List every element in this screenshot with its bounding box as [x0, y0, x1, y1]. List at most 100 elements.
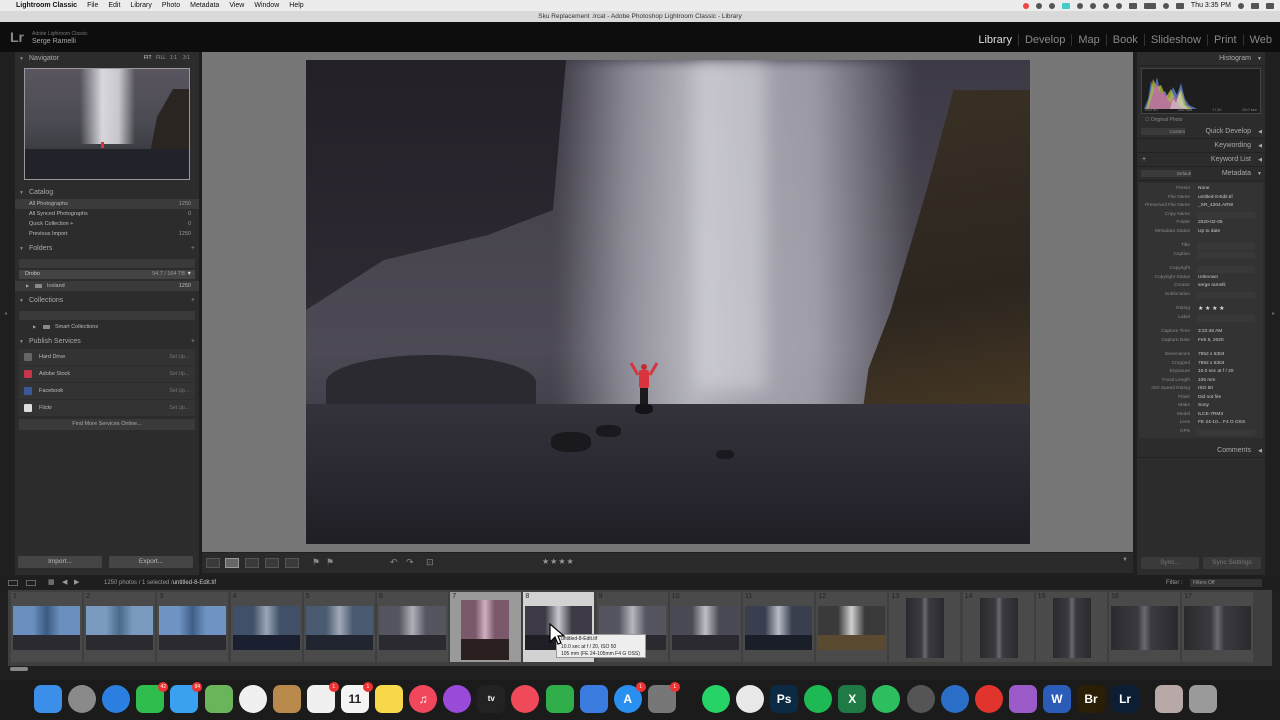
- status-icon[interactable]: [1061, 2, 1070, 9]
- comments-header[interactable]: Comments ◀: [1137, 444, 1265, 458]
- metadata-row[interactable]: Cropped 7952 x 5304: [1139, 360, 1263, 369]
- menu-help[interactable]: Help: [289, 2, 303, 9]
- metadata-row[interactable]: Caption: [1139, 251, 1263, 260]
- dock-app[interactable]: [68, 685, 97, 713]
- metadata-row[interactable]: File Name untitled-8-Edit.tif: [1139, 194, 1263, 203]
- metadata-row[interactable]: Capture Date Feb 6, 2020: [1139, 337, 1263, 346]
- second-window-icon[interactable]: [26, 580, 36, 586]
- sync-button[interactable]: Sync...: [1141, 557, 1199, 569]
- metadata-value[interactable]: None: [1198, 185, 1209, 194]
- menu-app-name[interactable]: Lightroom Classic: [16, 2, 77, 9]
- photo-thumbnail[interactable]: [13, 606, 80, 650]
- metadata-row[interactable]: Model ILCE-7RM3: [1139, 411, 1263, 420]
- dock-app[interactable]: [443, 685, 472, 713]
- metadata-row[interactable]: ISO Speed Rating ISO 50: [1139, 385, 1263, 394]
- add-keyword-icon[interactable]: +: [1142, 153, 1146, 167]
- metadata-row[interactable]: Rating ★ ★ ★ ★: [1139, 305, 1263, 314]
- filmstrip-cell[interactable]: 5: [303, 592, 375, 662]
- loupe-view-button[interactable]: [225, 558, 239, 568]
- metadata-row[interactable]: Exposure 10.0 sec at f / 20: [1139, 368, 1263, 377]
- photo-thumbnail[interactable]: [305, 606, 373, 650]
- dock-app[interactable]: 84: [170, 682, 203, 713]
- dock-app[interactable]: [1008, 685, 1037, 713]
- dock-app[interactable]: 1: [647, 682, 680, 713]
- photo-thumbnail[interactable]: [979, 598, 1018, 658]
- metadata-value[interactable]: ILCE-7RM3: [1198, 411, 1223, 420]
- status-icon[interactable]: [1089, 2, 1096, 9]
- dock-app[interactable]: [579, 685, 608, 713]
- dock-app[interactable]: 1: [306, 682, 339, 713]
- identity-plate[interactable]: Adobe Lightroom Classic Serge Ramelli: [32, 31, 88, 45]
- wifi-icon[interactable]: [1162, 2, 1169, 9]
- metadata-row[interactable]: Metadata Status Up to date: [1139, 228, 1263, 237]
- metadata-field-box[interactable]: [1197, 428, 1255, 436]
- metadata-value[interactable]: ★ ★ ★ ★: [1198, 305, 1225, 314]
- quick-develop-header[interactable]: Custom Quick Develop ◀: [1137, 125, 1265, 139]
- dock-app[interactable]: [1155, 685, 1184, 713]
- metadata-row[interactable]: Lens FE 24-10... F4 G OSS: [1139, 419, 1263, 428]
- menu-library[interactable]: Library: [130, 2, 151, 9]
- filmstrip-cell[interactable]: 3: [157, 592, 229, 662]
- volume-drobo[interactable]: Drobo 94.7 / 164 TB ▼: [19, 270, 195, 279]
- collection-search-input[interactable]: [19, 311, 195, 320]
- module-map[interactable]: Map: [1071, 34, 1105, 46]
- metadata-row[interactable]: Copyright Status Unknown: [1139, 274, 1263, 283]
- metadata-row[interactable]: Make Sony: [1139, 402, 1263, 411]
- module-web[interactable]: Web: [1242, 34, 1278, 46]
- setup-link[interactable]: Set Up...: [170, 400, 189, 416]
- metadata-field-box[interactable]: [1197, 314, 1255, 322]
- keyword-list-header[interactable]: + Keyword List ◀: [1137, 153, 1265, 167]
- filmstrip-cell[interactable]: 15: [1035, 592, 1107, 662]
- photo-thumbnail[interactable]: [818, 606, 886, 650]
- dock-app[interactable]: [1189, 685, 1218, 713]
- navigator-preview[interactable]: [24, 68, 190, 180]
- metadata-row[interactable]: Flash Did not fire: [1139, 394, 1263, 403]
- metadata-row[interactable]: GPS: [1139, 428, 1263, 437]
- survey-view-button[interactable]: [265, 558, 279, 568]
- metadata-header[interactable]: Default Metadata ▼: [1137, 167, 1265, 181]
- collections-header[interactable]: ▼ Collections +: [15, 295, 199, 307]
- toolbar-menu-icon[interactable]: ▼: [1122, 557, 1128, 563]
- status-icon[interactable]: [1048, 2, 1055, 9]
- module-slideshow[interactable]: Slideshow: [1143, 34, 1207, 46]
- grid-icon[interactable]: ▦: [48, 577, 55, 589]
- battery-icon[interactable]: [1143, 2, 1156, 9]
- photo-thumbnail[interactable]: [86, 606, 154, 650]
- loupe-view[interactable]: [202, 52, 1133, 552]
- export-button[interactable]: Export...: [109, 556, 193, 568]
- nav-1to1[interactable]: 1:1: [170, 55, 177, 61]
- menu-metadata[interactable]: Metadata: [190, 2, 219, 9]
- dock-app[interactable]: [906, 685, 935, 713]
- metadata-value[interactable]: serge ramelli: [1198, 282, 1225, 291]
- menu-file[interactable]: File: [87, 2, 98, 9]
- find-more-services-button[interactable]: Find More Services Online...: [19, 419, 195, 430]
- publish-header[interactable]: ▼ Publish Services +: [15, 336, 199, 348]
- grid-view-button[interactable]: [206, 558, 220, 568]
- nav-fill[interactable]: FILL: [156, 55, 166, 61]
- publish-hard-drive[interactable]: Hard Drive Set Up...: [19, 349, 195, 365]
- menu-window[interactable]: Window: [254, 2, 279, 9]
- histogram-header[interactable]: Histogram ▼: [1137, 52, 1265, 66]
- reject-flag-icon[interactable]: ⚑: [326, 557, 334, 568]
- metadata-value[interactable]: 10.0 sec at f / 20: [1198, 368, 1233, 377]
- dock-app[interactable]: [940, 685, 969, 713]
- setup-link[interactable]: Set Up...: [170, 366, 189, 382]
- right-panel-toggle-icon[interactable]: ▸: [1272, 310, 1275, 317]
- catalog-item-previous-import[interactable]: Previous Import 1250: [15, 229, 199, 239]
- status-icon[interactable]: [1102, 2, 1109, 9]
- photo-thumbnail[interactable]: [1111, 606, 1178, 650]
- dock-app[interactable]: [545, 685, 574, 713]
- catalog-header[interactable]: ▼ Catalog: [15, 187, 199, 199]
- nav-3to1[interactable]: 3:1: [183, 55, 190, 61]
- control-center-icon[interactable]: [1251, 2, 1259, 9]
- module-print[interactable]: Print: [1206, 34, 1243, 46]
- flag-icon[interactable]: ⚑: [312, 557, 320, 568]
- forward-arrow-icon[interactable]: ▶: [74, 577, 79, 589]
- catalog-item-synced[interactable]: All Synced Photographs 0: [15, 209, 199, 219]
- metadata-value[interactable]: Feb 6, 2020: [1198, 337, 1224, 346]
- metadata-value[interactable]: Unknown: [1198, 274, 1218, 283]
- filmstrip-cell[interactable]: 10: [669, 592, 741, 662]
- metadata-field-box[interactable]: [1197, 266, 1255, 273]
- dock-app[interactable]: Ps: [770, 685, 799, 713]
- crop-overlay-icon[interactable]: ⊡: [426, 557, 434, 568]
